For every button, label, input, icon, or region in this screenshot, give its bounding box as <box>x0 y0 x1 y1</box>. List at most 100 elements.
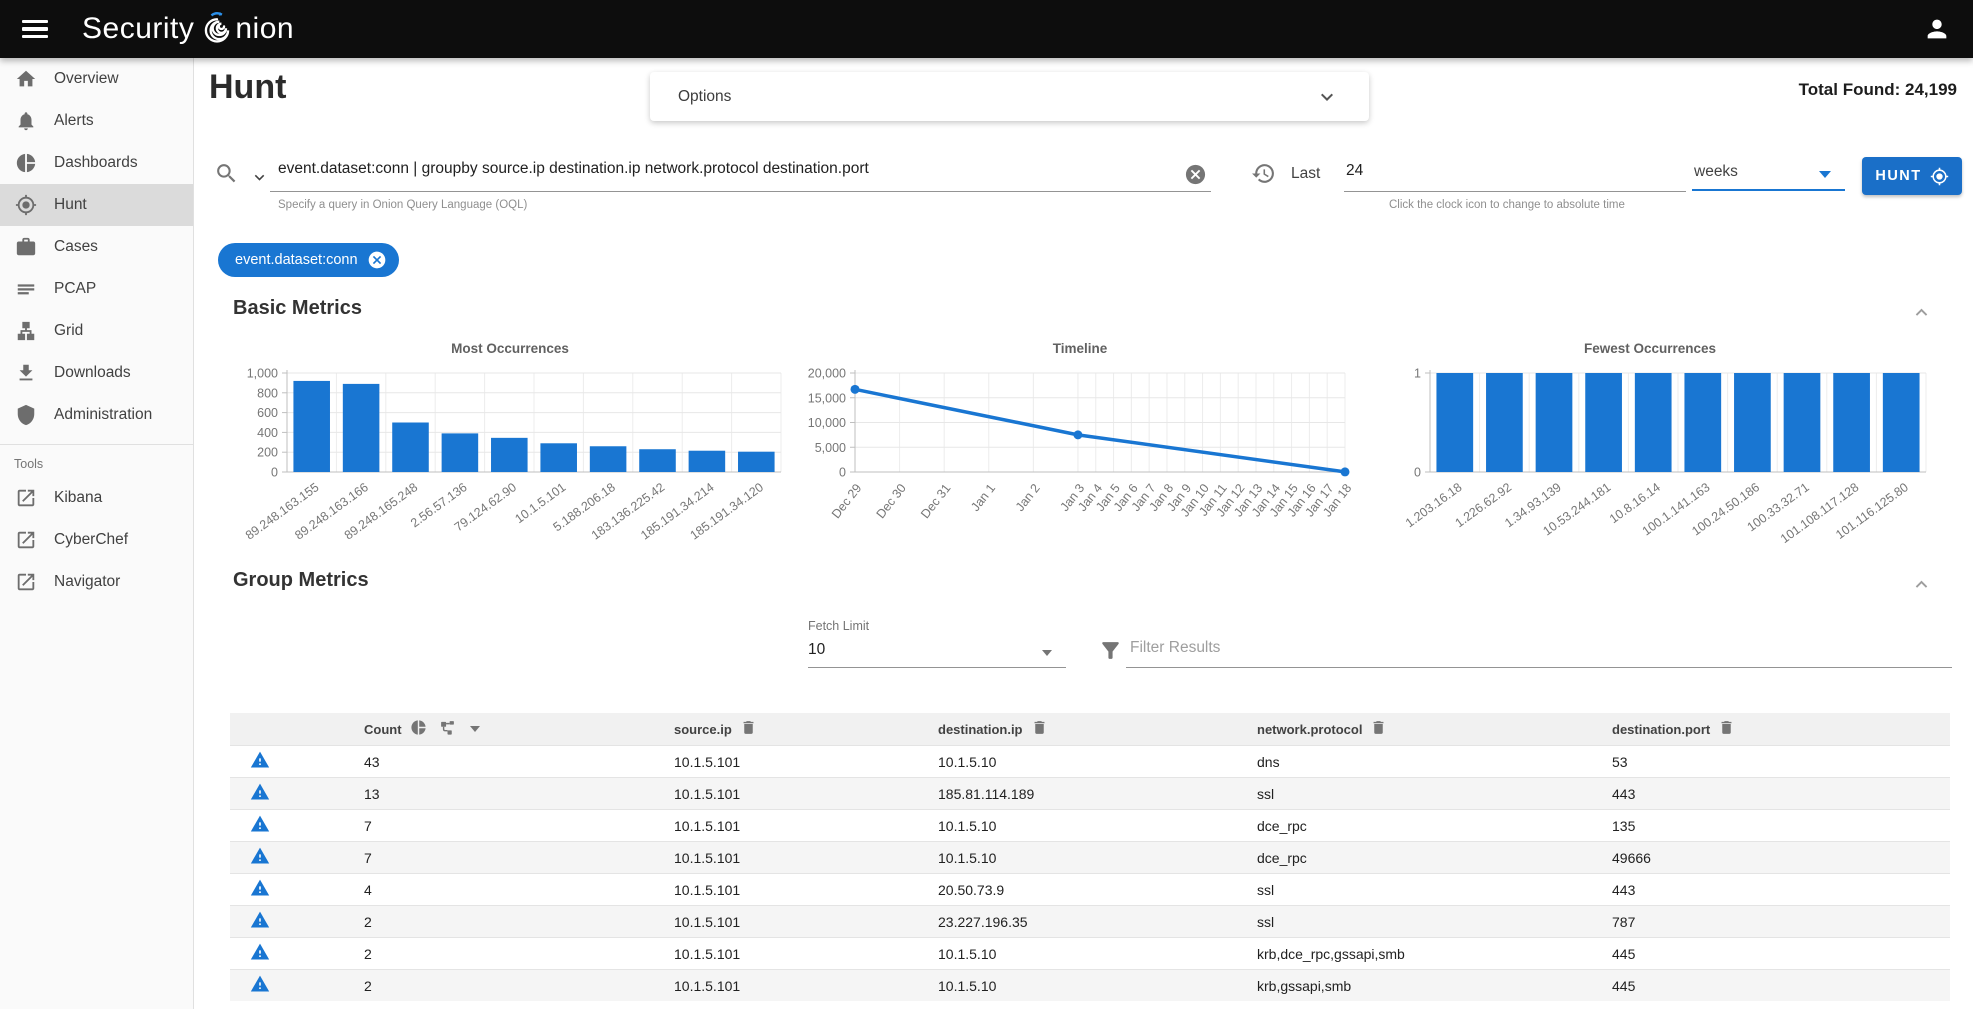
bar-1.34.93.139[interactable] <box>1536 373 1573 472</box>
pie-chart-icon <box>15 152 37 174</box>
bar-100.33.32.71[interactable] <box>1784 373 1821 472</box>
flow-view-toggle-icon[interactable] <box>439 719 456 739</box>
row-warning-icon[interactable] <box>250 942 270 965</box>
column-header-destination.ip: destination.ip <box>938 722 1023 737</box>
clear-query-icon[interactable] <box>1184 163 1207 186</box>
bar-1.226.62.92[interactable] <box>1486 373 1523 472</box>
fetch-limit-select[interactable]: 10 <box>808 641 825 659</box>
row-warning-icon[interactable] <box>250 750 270 773</box>
bar-183.136.225.42[interactable] <box>639 449 676 472</box>
bar-89.248.163.166[interactable] <box>343 384 380 472</box>
table-cell: 443 <box>1612 786 1950 802</box>
table-row[interactable]: 4310.1.5.10110.1.5.10dns53 <box>230 745 1950 777</box>
fetch-limit-select-arrow-icon[interactable] <box>1042 650 1052 656</box>
sidebar-item-administration[interactable]: Administration <box>0 394 193 436</box>
remove-filter-icon[interactable] <box>367 250 387 270</box>
hunt-button[interactable]: HUNT <box>1862 157 1962 195</box>
bar-185.191.34.214[interactable] <box>689 451 726 472</box>
table-row[interactable]: 1310.1.5.101185.81.114.189ssl443 <box>230 777 1950 809</box>
row-warning-icon[interactable] <box>250 782 270 805</box>
duration-input[interactable] <box>1346 162 1676 180</box>
sidebar-item-alerts[interactable]: Alerts <box>0 100 193 142</box>
bar-89.248.165.248[interactable] <box>392 423 429 473</box>
sidebar-tool-kibana[interactable]: Kibana <box>0 477 193 519</box>
crosshair-icon <box>1930 167 1949 186</box>
table-cell: 23.227.196.35 <box>938 914 1257 930</box>
collapse-group-metrics-icon[interactable] <box>1910 573 1933 596</box>
row-warning-icon[interactable] <box>250 974 270 997</box>
bar-101.116.125.80[interactable] <box>1883 373 1920 472</box>
bar-2.56.57.136[interactable] <box>442 433 479 472</box>
sidebar-item-label: Overview <box>54 70 119 88</box>
bar-79.124.62.90[interactable] <box>491 438 528 472</box>
sidebar-tool-cyberchef[interactable]: CyberChef <box>0 519 193 561</box>
table-cell: dce_rpc <box>1257 818 1612 834</box>
briefcase-icon <box>15 236 37 258</box>
bar-10.8.16.14[interactable] <box>1635 373 1672 472</box>
query-filter-chip[interactable]: event.dataset:conn <box>218 243 399 277</box>
query-input[interactable] <box>278 160 1178 178</box>
external-link-icon <box>15 571 37 593</box>
table-row[interactable]: 210.1.5.10110.1.5.10krb,gssapi,smb445 <box>230 969 1950 1001</box>
bar-5.188.206.18[interactable] <box>590 446 627 472</box>
query-dropdown-chevron-icon[interactable] <box>250 168 269 187</box>
remove-column-trash-icon[interactable] <box>1718 719 1735 739</box>
table-row[interactable]: 210.1.5.10110.1.5.10krb,dce_rpc,gssapi,s… <box>230 937 1950 969</box>
count-options-caret-icon[interactable] <box>470 726 480 732</box>
crosshair-icon <box>15 194 37 216</box>
charts-row: Most Occurrences 02004006008001,00089.24… <box>230 341 1940 559</box>
remove-column-trash-icon[interactable] <box>1031 719 1048 739</box>
table-row[interactable]: 710.1.5.10110.1.5.10dce_rpc135 <box>230 809 1950 841</box>
bar-10.1.5.101[interactable] <box>540 443 577 472</box>
remove-column-trash-icon[interactable] <box>1370 719 1387 739</box>
bar-185.191.34.120[interactable] <box>738 452 775 472</box>
bar-1.203.16.18[interactable] <box>1436 373 1473 472</box>
bar-89.248.163.155[interactable] <box>293 381 330 472</box>
bar-101.108.117.128[interactable] <box>1833 373 1870 472</box>
timeline-data-point[interactable] <box>1073 430 1082 439</box>
timeline-data-point[interactable] <box>851 385 860 394</box>
svg-text:1: 1 <box>1414 367 1421 381</box>
collapse-basic-metrics-icon[interactable] <box>1910 301 1933 324</box>
bar-10.53.244.181[interactable] <box>1585 373 1622 472</box>
time-range-hint: Click the clock icon to change to absolu… <box>1389 199 1625 211</box>
history-clock-icon[interactable] <box>1251 161 1276 186</box>
row-warning-icon[interactable] <box>250 910 270 933</box>
table-cell: ssl <box>1257 914 1612 930</box>
sidebar-tool-navigator[interactable]: Navigator <box>0 561 193 603</box>
svg-text:Jan 2: Jan 2 <box>1013 481 1043 514</box>
sidebar-item-overview[interactable]: Overview <box>0 58 193 100</box>
user-account-icon[interactable] <box>1923 15 1951 43</box>
timeline-data-point[interactable] <box>1341 467 1350 476</box>
bar-100.24.50.186[interactable] <box>1734 373 1771 472</box>
pie-chart-toggle-icon[interactable] <box>410 719 427 739</box>
sidebar-item-pcap[interactable]: PCAP <box>0 268 193 310</box>
row-warning-icon[interactable] <box>250 814 270 837</box>
options-dropdown[interactable]: Options <box>650 72 1369 121</box>
table-row[interactable]: 410.1.5.10120.50.73.9ssl443 <box>230 873 1950 905</box>
svg-text:20,000: 20,000 <box>808 367 846 381</box>
sidebar-item-dashboards[interactable]: Dashboards <box>0 142 193 184</box>
svg-text:200: 200 <box>257 446 278 460</box>
remove-column-trash-icon[interactable] <box>740 719 757 739</box>
bar-100.1.141.163[interactable] <box>1684 373 1721 472</box>
trash-icon <box>1718 719 1735 736</box>
table-row[interactable]: 710.1.5.10110.1.5.10dce_rpc49666 <box>230 841 1950 873</box>
time-unit-select-arrow-icon[interactable] <box>1819 171 1831 178</box>
sidebar-item-downloads[interactable]: Downloads <box>0 352 193 394</box>
sidebar-item-hunt[interactable]: Hunt <box>0 184 193 226</box>
fewest-occurrences-chart: Fewest Occurrences 011.203.16.181.226.62… <box>1370 341 1930 559</box>
hamburger-menu-icon[interactable] <box>22 20 48 38</box>
row-warning-icon[interactable] <box>250 878 270 901</box>
sidebar-item-grid[interactable]: Grid <box>0 310 193 352</box>
table-cell: 185.81.114.189 <box>938 786 1257 802</box>
sidebar: Overview AlertsDashboardsHuntCases PCAP Gri… <box>0 58 194 1009</box>
filter-results-input[interactable] <box>1130 639 1910 657</box>
sidebar-item-label: PCAP <box>54 280 96 298</box>
warning-icon <box>250 974 270 994</box>
table-row[interactable]: 210.1.5.10123.227.196.35ssl787 <box>230 905 1950 937</box>
row-warning-icon[interactable] <box>250 846 270 869</box>
table-cell: krb,gssapi,smb <box>1257 978 1612 994</box>
sidebar-item-cases[interactable]: Cases <box>0 226 193 268</box>
time-unit-select[interactable]: weeks <box>1694 163 1738 181</box>
